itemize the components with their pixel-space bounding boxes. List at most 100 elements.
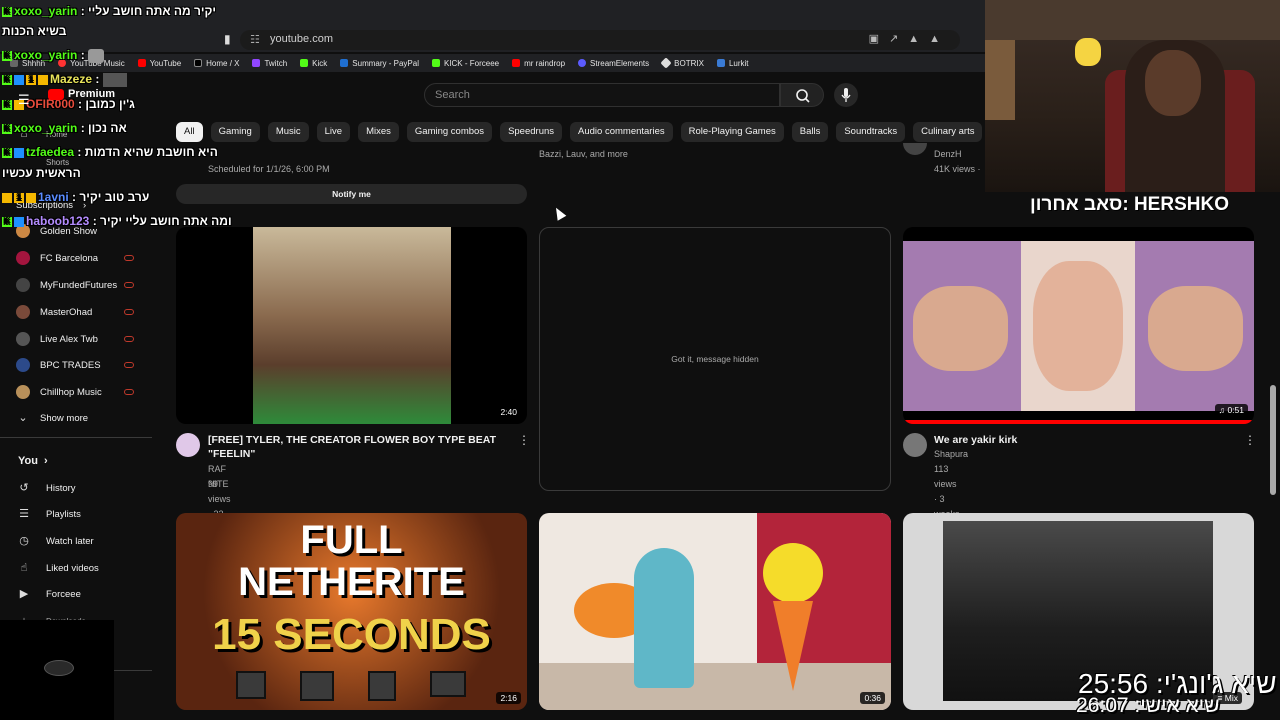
- video-thumbnail[interactable]: 2:40: [176, 227, 527, 424]
- chat-username: haboob123: [26, 214, 90, 228]
- address-bar-actions[interactable]: ▣↗▲▲: [869, 32, 950, 45]
- chip-live[interactable]: Live: [316, 122, 351, 142]
- video-thumbnail[interactable]: ♫ 0:51: [903, 227, 1254, 424]
- live-icon: [124, 362, 134, 368]
- live-icon: [124, 255, 134, 261]
- sidebar-item-label: Watch later: [46, 535, 94, 547]
- bookmark[interactable]: Summary - PayPal: [340, 59, 419, 68]
- avatar[interactable]: [903, 143, 927, 155]
- bookmark[interactable]: BOTRIX: [660, 57, 704, 69]
- channel-avatar[interactable]: [176, 433, 200, 457]
- subscription-item[interactable]: MasterOhad: [16, 305, 92, 319]
- bookmark-label: KICK - Forceee: [443, 58, 500, 68]
- sidebar-item-forceee[interactable]: ▶ Forceee: [18, 588, 81, 600]
- subscription-item[interactable]: Live Alex Twb: [16, 332, 98, 346]
- search-placeholder: Search: [435, 89, 470, 101]
- chat-message: Khaboob123 : ומה אתה חושב עליי יקיר: [2, 214, 232, 228]
- search-input[interactable]: Search: [424, 83, 780, 107]
- site-info-icon[interactable]: ☷: [250, 33, 260, 46]
- channel-avatar: [16, 385, 30, 399]
- youtube-logo-icon[interactable]: [48, 89, 64, 100]
- webcam-background: [1075, 38, 1101, 66]
- live-icon: [124, 309, 134, 315]
- hidden-message: Got it, message hidden: [671, 354, 759, 364]
- bookmark[interactable]: Lurkit: [716, 59, 749, 68]
- channel-avatar[interactable]: [903, 433, 927, 457]
- badge-icon: 1: [26, 74, 36, 85]
- subscription-item[interactable]: FC Barcelona: [16, 251, 98, 265]
- chat-username: 1avni: [38, 190, 69, 204]
- chip-gaming[interactable]: Gaming: [210, 122, 260, 142]
- sidebar-you-header[interactable]: You ›: [18, 455, 48, 467]
- chip-speedruns[interactable]: Speedruns: [500, 122, 563, 142]
- sidebar-item-liked-videos[interactable]: ☝ Liked videos: [18, 562, 99, 574]
- bookmark[interactable]: mr raindrop: [512, 59, 565, 68]
- kick-icon: [300, 59, 309, 67]
- search-button[interactable]: [780, 83, 824, 107]
- sidebar-item-playlists[interactable]: ☰ Playlists: [18, 508, 81, 520]
- chat-username: xoxo_yarin: [14, 121, 78, 135]
- video-meta: Bazzi, Lauv, and more: [539, 149, 628, 159]
- voice-search-button[interactable]: [834, 83, 858, 107]
- badge-icon: [14, 74, 24, 85]
- sidebar-item-history[interactable]: ↺ History: [18, 482, 76, 494]
- url-text[interactable]: youtube.com: [270, 33, 333, 45]
- duration-text: 0:51: [1227, 405, 1244, 415]
- chip-soundtracks[interactable]: Soundtracks: [836, 122, 906, 142]
- chat-message-continued: בשיא הכנות: [2, 24, 66, 38]
- chip-culinary-arts[interactable]: Culinary arts: [913, 122, 983, 142]
- bookmark[interactable]: StreamElements: [578, 59, 649, 68]
- kick-icon: K: [2, 50, 12, 61]
- subscription-item[interactable]: Chillhop Music: [16, 385, 102, 399]
- video-title[interactable]: We are yakir kirk: [934, 433, 1224, 447]
- chat-separator: :: [68, 190, 80, 204]
- bookmark-label: YouTube: [149, 58, 182, 68]
- sidebar-item-label: History: [46, 482, 76, 494]
- bookmarks-bar: Shhhh YouTube Music YouTube Home / X Twi…: [0, 54, 985, 72]
- sidebar-item-label: Show more: [40, 412, 89, 424]
- search-icon: [796, 89, 810, 103]
- premium-label: Premium: [68, 88, 116, 100]
- sidebar-item-label: Forceee: [46, 588, 81, 600]
- chip-gaming-combos[interactable]: Gaming combos: [406, 122, 493, 142]
- chip-role-playing-games[interactable]: Role-Playing Games: [680, 122, 784, 142]
- bookmark-icon[interactable]: ▮: [224, 32, 231, 46]
- menu-icon[interactable]: ☰: [18, 92, 30, 108]
- notify-me-button[interactable]: Notify me: [176, 184, 527, 204]
- show-more-button[interactable]: ⌄ Show more: [16, 412, 88, 424]
- chip-audio-commentaries[interactable]: Audio commentaries: [570, 122, 673, 142]
- chip-all[interactable]: All: [176, 122, 203, 142]
- video-icon: ▶: [19, 588, 29, 600]
- sidebar-item-watch-later[interactable]: ◷ Watch later: [18, 535, 94, 547]
- bookmark[interactable]: YouTube: [137, 58, 182, 68]
- subscription-item[interactable]: BPC TRADES: [16, 358, 101, 372]
- video-title[interactable]: [FREE] TYLER, THE CREATOR FLOWER BOY TYP…: [208, 433, 498, 461]
- address-bar[interactable]: ☷ youtube.com ▣↗▲▲: [240, 30, 960, 50]
- thumbnail-image: [913, 286, 1008, 371]
- bookmark-label: BOTRIX: [674, 58, 704, 68]
- emote-icon: [102, 72, 127, 87]
- chip-music[interactable]: Music: [267, 122, 309, 142]
- more-options-icon[interactable]: ⋮: [1244, 433, 1256, 447]
- chip-mixes[interactable]: Mixes: [358, 122, 399, 142]
- subscription-item[interactable]: MyFundedFutures: [16, 278, 117, 292]
- channel-name: Chillhop Music: [40, 386, 102, 398]
- bookmark[interactable]: Twitch: [252, 59, 287, 68]
- mic-icon: [841, 88, 851, 102]
- more-options-icon[interactable]: ⋮: [518, 433, 530, 447]
- bookmark[interactable]: Kick: [300, 59, 327, 68]
- streamelements-icon: [578, 59, 587, 67]
- hidden-video-card: Got it, message hidden: [539, 227, 891, 491]
- kick-icon: K: [2, 6, 12, 17]
- video-thumbnail[interactable]: FULL NETHERITE 15 SECONDS 2:16: [176, 513, 527, 710]
- chip-balls[interactable]: Balls: [791, 122, 829, 142]
- video-thumbnail[interactable]: 0:36: [539, 513, 891, 710]
- lurkit-icon: [716, 59, 725, 67]
- channel-name[interactable]: Shapura: [934, 447, 968, 462]
- sidebar-item-label: Liked videos: [46, 562, 99, 574]
- kick-icon: K: [2, 74, 12, 85]
- bookmark[interactable]: Home / X: [194, 59, 239, 68]
- channel-name[interactable]: DenzH: [934, 147, 962, 162]
- bookmark[interactable]: KICK - Forceee: [431, 58, 500, 68]
- scrollbar[interactable]: [1270, 385, 1276, 495]
